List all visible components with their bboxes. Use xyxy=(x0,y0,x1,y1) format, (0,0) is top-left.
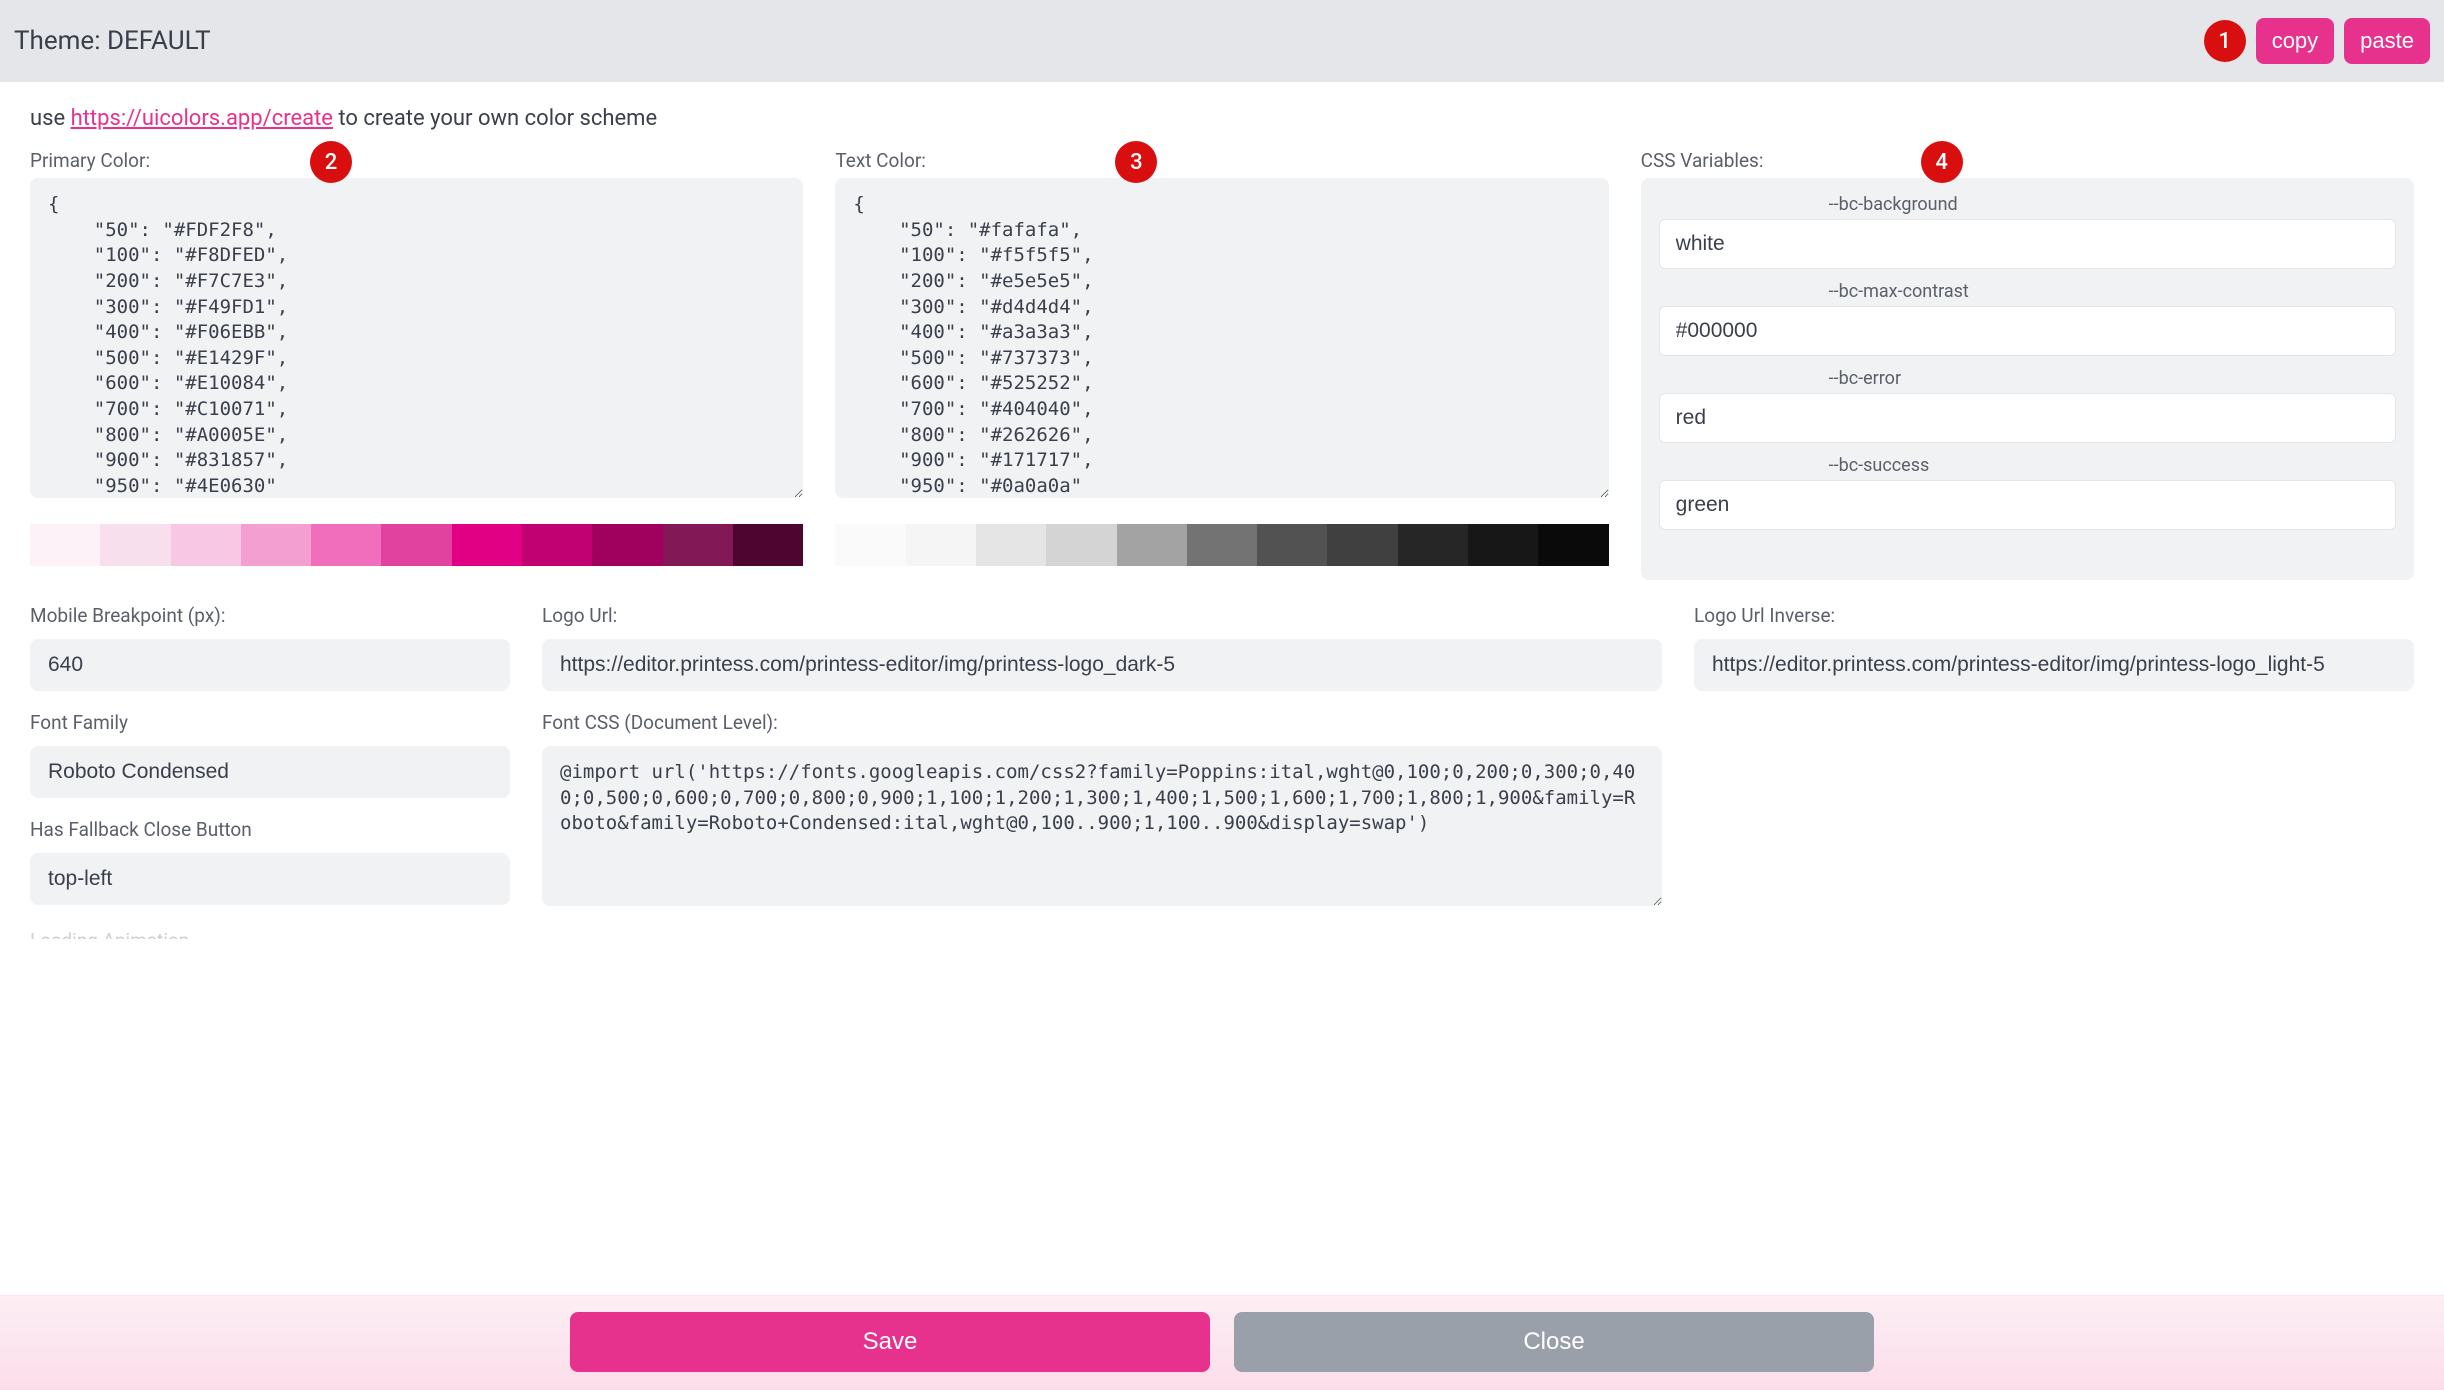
logo-url-inverse-group: Logo Url Inverse: xyxy=(1694,604,2414,691)
primary-color-column: 2 Primary Color: xyxy=(30,149,803,580)
color-swatch xyxy=(381,524,451,566)
font-css-textarea[interactable] xyxy=(542,746,1662,906)
mobile-breakpoint-input[interactable] xyxy=(30,639,510,691)
hint-text: use https://uicolors.app/create to creat… xyxy=(30,106,2414,131)
color-swatch xyxy=(1117,524,1187,566)
hint-suffix: to create your own color scheme xyxy=(333,106,657,131)
css-var-name: --bc-max-contrast xyxy=(1659,281,2396,302)
header-actions: 1 copy paste xyxy=(2204,18,2430,64)
color-swatch xyxy=(1398,524,1468,566)
css-var-row: --bc-max-contrast xyxy=(1659,281,2396,356)
page-title: Theme: DEFAULT xyxy=(14,26,211,56)
annotation-badge-4: 4 xyxy=(1921,141,1963,183)
css-var-value-input[interactable] xyxy=(1659,306,2396,356)
close-button[interactable]: Close xyxy=(1234,1312,1874,1372)
color-swatch xyxy=(171,524,241,566)
css-variables-panel: --bc-background --bc-max-contrast --bc-err… xyxy=(1641,178,2414,580)
mobile-breakpoint-label: Mobile Breakpoint (px): xyxy=(30,604,510,627)
mobile-breakpoint-group: Mobile Breakpoint (px): xyxy=(30,604,510,691)
color-swatch xyxy=(241,524,311,566)
logo-url-input[interactable] xyxy=(542,639,1662,691)
hint-link[interactable]: https://uicolors.app/create xyxy=(71,106,333,131)
color-swatch xyxy=(1046,524,1116,566)
font-family-input[interactable] xyxy=(30,746,510,798)
css-var-name: --bc-error xyxy=(1659,368,2396,389)
annotation-badge-3: 3 xyxy=(1115,141,1157,183)
color-swatch xyxy=(976,524,1046,566)
logo-url-label: Logo Url: xyxy=(542,604,1662,627)
css-var-row: --bc-success xyxy=(1659,455,2396,530)
logo-url-group: Logo Url: xyxy=(542,604,1662,691)
css-var-value-input[interactable] xyxy=(1659,393,2396,443)
color-swatch xyxy=(1468,524,1538,566)
primary-color-textarea[interactable] xyxy=(30,178,803,498)
color-swatch xyxy=(1257,524,1327,566)
css-var-name: --bc-background xyxy=(1659,194,2396,215)
loading-animation-label-cut: Loading Animation xyxy=(30,929,510,939)
middle-settings-column: Logo Url: Font CSS (Document Level): xyxy=(542,604,1662,939)
color-swatch xyxy=(522,524,592,566)
annotation-badge-2: 2 xyxy=(310,141,352,183)
main-content: use https://uicolors.app/create to creat… xyxy=(0,82,2444,1295)
save-button[interactable]: Save xyxy=(570,1312,1210,1372)
css-variables-label: CSS Variables: xyxy=(1641,149,2414,172)
left-settings-column: Mobile Breakpoint (px): Font Family Has … xyxy=(30,604,510,939)
color-swatch xyxy=(733,524,803,566)
primary-color-label: Primary Color: xyxy=(30,149,803,172)
color-swatch xyxy=(452,524,522,566)
text-color-column: 3 Text Color: xyxy=(835,149,1608,580)
copy-button[interactable]: copy xyxy=(2256,18,2334,64)
font-family-group: Font Family xyxy=(30,711,510,798)
font-css-label: Font CSS (Document Level): xyxy=(542,711,1662,734)
color-swatch xyxy=(30,524,100,566)
header: Theme: DEFAULT 1 copy paste xyxy=(0,0,2444,82)
color-swatch xyxy=(1187,524,1257,566)
color-swatch xyxy=(1327,524,1397,566)
css-var-name: --bc-success xyxy=(1659,455,2396,476)
css-var-row: --bc-error xyxy=(1659,368,2396,443)
fallback-close-input[interactable] xyxy=(30,853,510,905)
text-color-textarea[interactable] xyxy=(835,178,1608,498)
text-color-label: Text Color: xyxy=(835,149,1608,172)
font-css-group: Font CSS (Document Level): xyxy=(542,711,1662,939)
logo-url-inverse-label: Logo Url Inverse: xyxy=(1694,604,2414,627)
fallback-close-group: Has Fallback Close Button xyxy=(30,818,510,905)
right-settings-column: Logo Url Inverse: xyxy=(1694,604,2414,939)
settings-row: Mobile Breakpoint (px): Font Family Has … xyxy=(30,604,2414,939)
paste-button[interactable]: paste xyxy=(2344,18,2430,64)
css-var-value-input[interactable] xyxy=(1659,480,2396,530)
annotation-badge-1: 1 xyxy=(2204,20,2246,62)
color-swatch xyxy=(311,524,381,566)
text-swatches xyxy=(835,524,1608,566)
colors-row: 2 Primary Color: 3 Text Color: 4 CSS Var… xyxy=(30,149,2414,580)
color-swatch xyxy=(835,524,905,566)
color-swatch xyxy=(100,524,170,566)
css-variables-column: 4 CSS Variables: --bc-background--bc-max… xyxy=(1641,149,2414,580)
color-swatch xyxy=(663,524,733,566)
css-var-value-input[interactable] xyxy=(1659,219,2396,269)
color-swatch xyxy=(592,524,662,566)
color-swatch xyxy=(1538,524,1608,566)
color-swatch xyxy=(906,524,976,566)
primary-swatches xyxy=(30,524,803,566)
fallback-close-label: Has Fallback Close Button xyxy=(30,818,510,841)
logo-url-inverse-input[interactable] xyxy=(1694,639,2414,691)
font-family-label: Font Family xyxy=(30,711,510,734)
footer: Save Close xyxy=(0,1295,2444,1390)
css-var-row: --bc-background xyxy=(1659,194,2396,269)
hint-prefix: use xyxy=(30,106,71,131)
